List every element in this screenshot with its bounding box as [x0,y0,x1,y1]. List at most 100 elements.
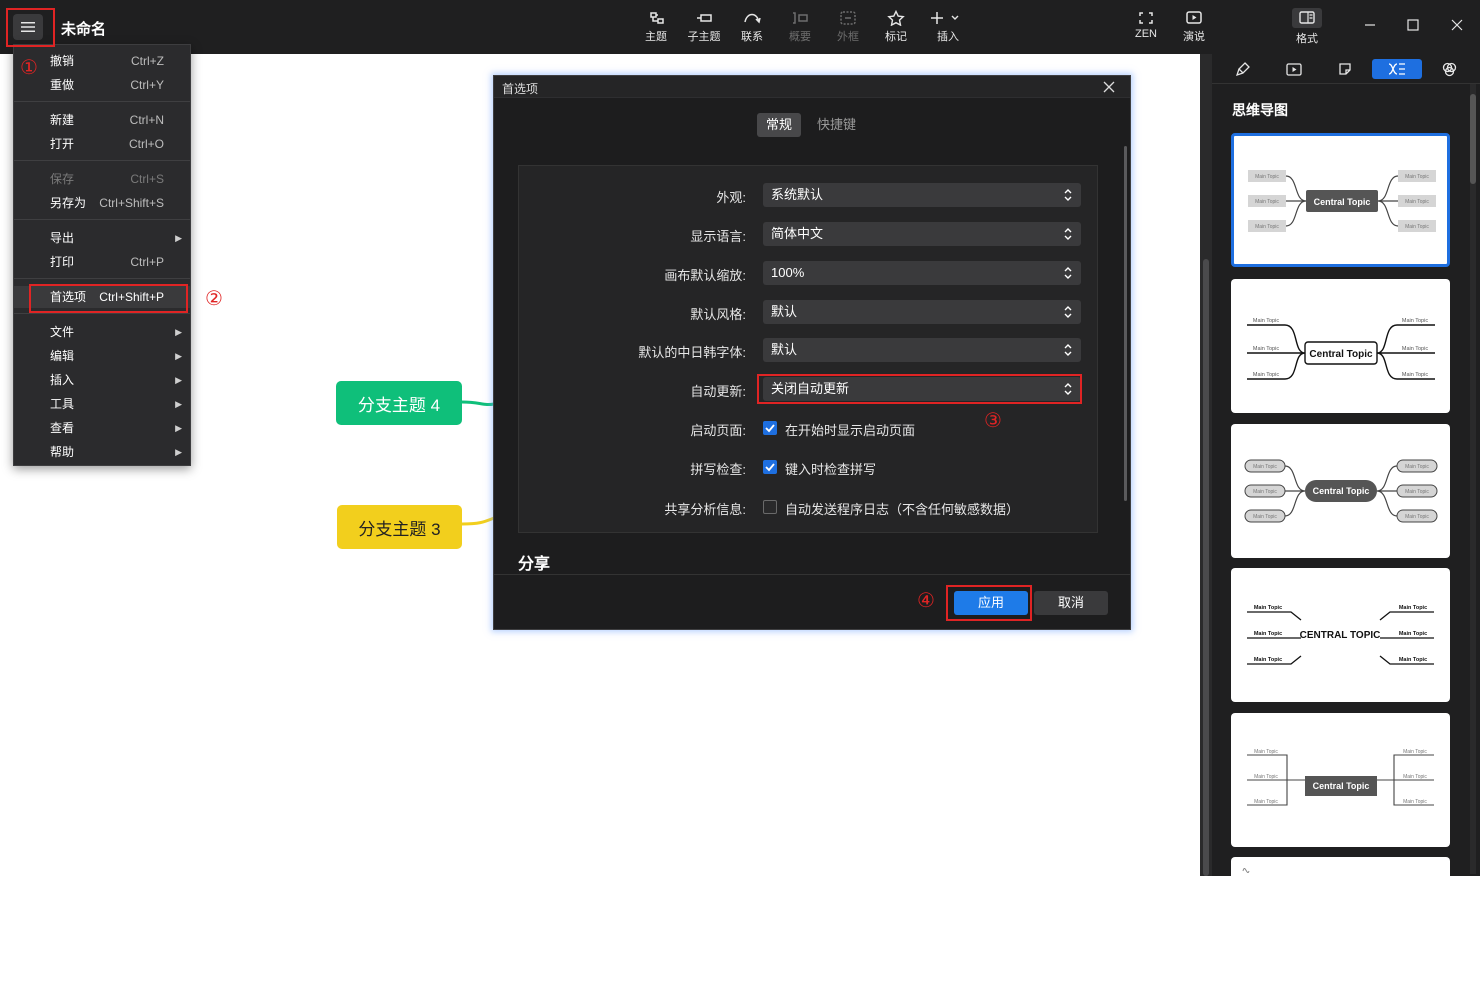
menu-undo-shortcut: Ctrl+Z [131,54,164,68]
template-5-main-6: Main Topic [1403,799,1427,805]
cjk-font-select[interactable]: 默认 [763,338,1081,362]
appearance-select[interactable]: 系统默认 [763,183,1081,207]
marker-label: 标记 [885,31,907,43]
template-4-main-5: Main Topic [1399,631,1427,637]
menu-open-label: 打开 [50,137,75,151]
template-1-main-1: Main Topic [1255,174,1279,180]
menu-item-open[interactable]: 打开 Ctrl+O [14,133,190,155]
menu-new-shortcut: Ctrl+N [129,113,164,127]
tab-general[interactable]: 常规 [757,113,802,137]
startup-option-label[interactable]: 在开始时显示启动页面 [785,420,915,439]
menu-insert-label: 插入 [50,373,75,387]
relationship-icon [744,13,761,24]
menu-view-label: 查看 [50,421,75,435]
tab-style[interactable] [1218,59,1268,79]
tab-theme[interactable] [1424,59,1474,79]
chevron-right-icon: ▶ [175,327,182,337]
close-icon[interactable] [1102,80,1116,94]
step-4-marker: ④ [917,590,935,612]
template-5-main-3: Main Topic [1254,799,1278,805]
spell-option-label[interactable]: 键入时检查拼写 [785,459,876,478]
menu-item-file[interactable]: 文件 ▶ [14,321,190,343]
menu-item-undo[interactable]: 撤销 Ctrl+Z [14,50,190,72]
cjk-font-label: 默认的中日韩字体: [638,345,746,360]
updown-chevron-icon [1064,306,1072,318]
menu-open-shortcut: Ctrl+O [128,137,164,151]
menu-item-redo[interactable]: 重做 Ctrl+Y [14,74,190,96]
template-2-main-3: Main Topic [1253,372,1279,378]
language-select[interactable]: 简体中文 [763,222,1081,246]
zoom-select[interactable]: 100% [763,261,1081,285]
menu-print-label: 打印 [50,255,75,269]
template-1-main-6: Main Topic [1405,224,1429,230]
menu-item-view[interactable]: 查看 ▶ [14,417,190,439]
highlight-auto-update [757,374,1082,404]
plus-icon [931,12,959,24]
panel-icon [1299,10,1315,24]
menu-item-edit[interactable]: 编辑 ▶ [14,345,190,367]
side-panel-scrollbar-thumb[interactable] [1470,94,1476,184]
menu-item-new[interactable]: 新建 Ctrl+N [14,109,190,131]
structure-template-6[interactable] [1231,857,1450,991]
step-1-marker: ① [20,57,38,79]
marker-button[interactable]: 标记 [876,10,916,44]
branch-topic-4[interactable]: 分支主题 4 [336,381,462,425]
menu-item-export[interactable]: 导出 ▶ [14,227,190,249]
analytics-checkbox[interactable] [763,500,777,514]
updown-chevron-icon [1064,189,1072,201]
template-3-main-5: Main Topic [1405,489,1429,495]
style-select[interactable]: 默认 [763,300,1081,324]
subtopic-label: 子主题 [687,31,721,43]
structure-template-2[interactable]: Central Topic Main Topic Main Topic Main T… [1231,279,1450,413]
structure-template-3[interactable]: Central Topic Main Topic Main Topic Main T… [1231,424,1450,558]
close-window-icon[interactable] [1450,18,1464,32]
menu-save-shortcut: Ctrl+S [130,172,164,186]
zen-button[interactable]: ZEN [1126,10,1166,40]
analytics-option-label[interactable]: 自动发送程序日志（不含任何敏感数据） [785,499,1019,518]
tab-structure[interactable] [1372,59,1422,79]
menu-item-insert[interactable]: 插入 ▶ [14,369,190,391]
menu-item-tools[interactable]: 工具 ▶ [14,393,190,415]
menu-item-print[interactable]: 打印 Ctrl+P [14,251,190,273]
present-button[interactable]: 演说 [1174,10,1214,44]
menu-item-save-as[interactable]: 另存为 Ctrl+Shift+S [14,192,190,214]
structure-template-5[interactable]: Central Topic Main Topic Main Topic Main T… [1231,713,1450,847]
branch-topic-3[interactable]: 分支主题 3 [337,505,462,549]
canvas-scrollbar-thumb[interactable] [1203,259,1209,876]
topic-button[interactable]: 主题 [636,10,676,44]
maximize-icon[interactable] [1406,18,1420,32]
chevron-right-icon: ▶ [175,447,182,457]
summary-button[interactable]: 概要 [780,10,820,44]
side-panel-scrollbar[interactable] [1470,84,1476,874]
boundary-button[interactable]: 外框 [828,10,868,44]
branch-topic-3-label: 分支主题 3 [358,519,441,539]
structure-template-1[interactable]: Central Topic Main Topic Main Topic Main T… [1231,133,1450,267]
menu-item-help[interactable]: 帮助 ▶ [14,441,190,463]
side-panel-title: 思维导图 [1232,102,1288,118]
minimize-icon[interactable] [1363,18,1377,32]
present-label: 演说 [1183,31,1205,43]
topic-icon [650,12,664,24]
format-button[interactable]: 格式 [1287,8,1327,46]
insert-button[interactable]: 插入 [928,10,968,44]
template-3-main-3: Main Topic [1253,514,1277,520]
spell-checkbox[interactable] [763,460,777,474]
menu-divider [14,313,190,314]
tab-shortcuts[interactable]: 快捷键 [808,113,865,137]
updown-chevron-icon [1064,228,1072,240]
subtopic-button[interactable]: 子主题 [684,10,724,44]
dialog-scrollbar[interactable] [1124,146,1127,501]
menu-save-as-shortcut: Ctrl+Shift+S [99,196,164,210]
structure-template-4[interactable]: CENTRAL TOPIC Main Topic Main Topic Main T… [1231,568,1450,702]
menu-item-save[interactable]: 保存 Ctrl+S [14,168,190,190]
tab-notes[interactable] [1320,59,1370,79]
share-section-title: 分享 [518,556,551,573]
spell-label: 拼写检查: [690,462,746,477]
cancel-button[interactable]: 取消 [1034,591,1108,615]
template-4-main-4: Main Topic [1399,605,1427,611]
template-2-main-1: Main Topic [1253,318,1279,324]
canvas-scrollbar[interactable] [1200,54,1212,876]
relationship-button[interactable]: 联系 [732,10,772,44]
tab-presentation[interactable] [1269,59,1319,79]
startup-checkbox[interactable] [763,421,777,435]
